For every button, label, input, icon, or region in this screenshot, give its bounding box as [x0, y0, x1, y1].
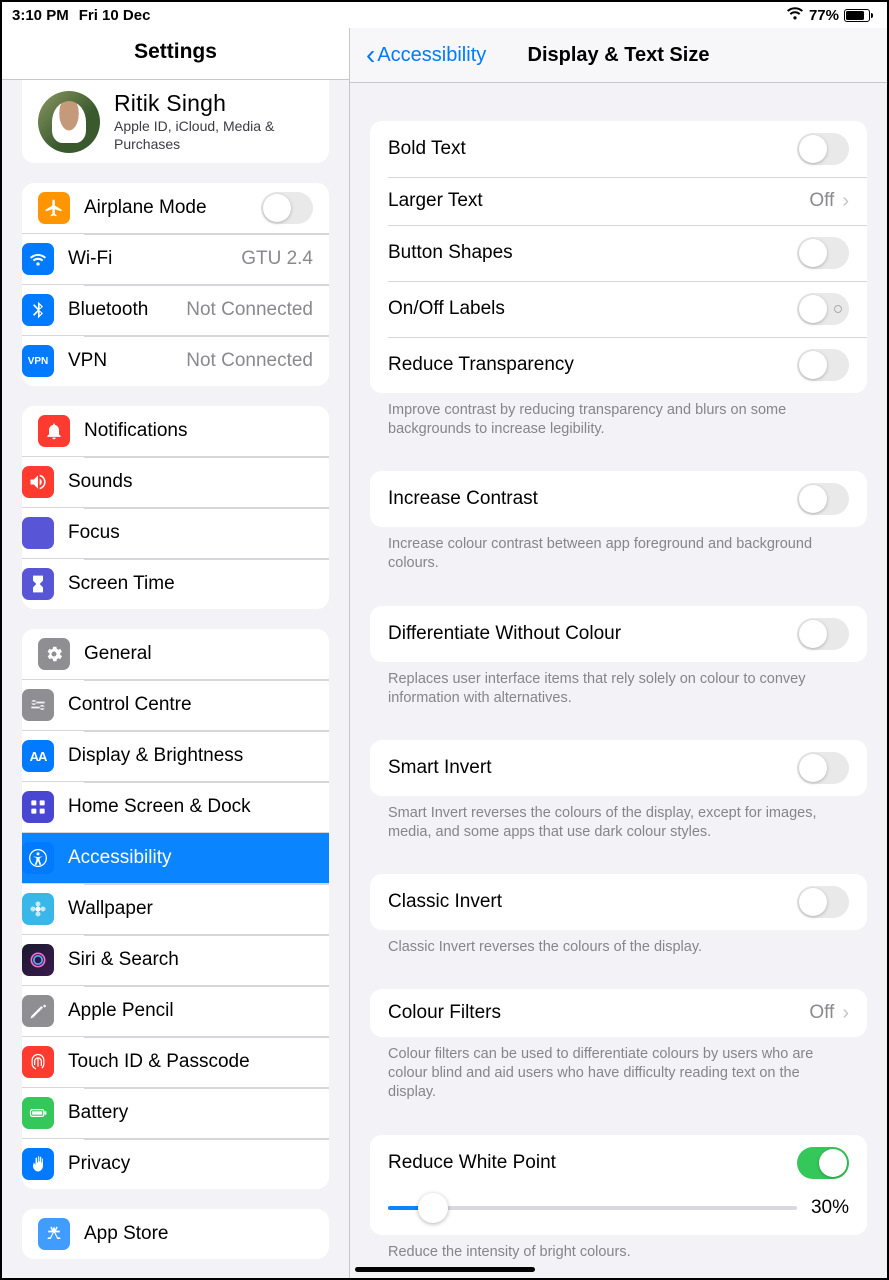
pencil-icon [22, 995, 54, 1027]
profile-row[interactable]: Ritik Singh Apple ID, iCloud, Media & Pu… [22, 80, 329, 163]
focus-row[interactable]: Focus [22, 507, 329, 558]
battery-percentage: 77% [809, 7, 839, 24]
back-button[interactable]: ‹ Accessibility [366, 44, 486, 67]
increase-contrast-row[interactable]: Increase Contrast [370, 471, 867, 527]
detail-title: Display & Text Size [528, 44, 710, 67]
differentiate-note: Replaces user interface items that rely … [370, 662, 867, 708]
colour-filters-note: Colour filters can be used to differenti… [370, 1037, 867, 1102]
appstore-row[interactable]: App Store [22, 1209, 329, 1259]
sounds-row[interactable]: Sounds [22, 456, 329, 507]
wifi-label: Wi-Fi [68, 248, 241, 270]
accessibility-row[interactable]: Accessibility [22, 832, 329, 883]
bold-text-row[interactable]: Bold Text [370, 121, 867, 177]
wallpaper-row[interactable]: Wallpaper [22, 883, 329, 934]
display-brightness-row[interactable]: AA Display & Brightness [22, 730, 329, 781]
chevron-right-icon: › [842, 1002, 849, 1025]
classic-invert-note: Classic Invert reverses the colours of t… [370, 930, 867, 957]
airplane-icon [38, 192, 70, 224]
gear-icon [38, 638, 70, 670]
reduce-white-point-row[interactable]: Reduce White Point [370, 1135, 867, 1191]
wifi-value: GTU 2.4 [241, 248, 313, 270]
transparency-note: Improve contrast by reducing transparenc… [370, 393, 867, 439]
smart-invert-note: Smart Invert reverses the colours of the… [370, 796, 867, 842]
onoff-labels-row[interactable]: On/Off Labels [370, 281, 867, 337]
vpn-row[interactable]: VPN VPN Not Connected [22, 335, 329, 386]
bell-icon [38, 415, 70, 447]
battery-settings-icon [22, 1097, 54, 1129]
profile-sub: Apple ID, iCloud, Media & Purchases [114, 118, 313, 153]
notifications-row[interactable]: Notifications [22, 406, 329, 456]
airplane-mode-row[interactable]: Airplane Mode [22, 183, 329, 233]
apple-pencil-row[interactable]: Apple Pencil [22, 985, 329, 1036]
settings-sidebar: Settings Ritik Singh Apple ID, iCloud, M… [2, 28, 350, 1278]
bluetooth-icon [22, 294, 54, 326]
siri-icon [22, 944, 54, 976]
status-bar: 3:10 PM Fri 10 Dec 77% [2, 2, 887, 28]
onoff-labels-toggle[interactable] [797, 293, 849, 325]
avatar [38, 91, 100, 153]
accessibility-icon [22, 842, 54, 874]
increase-contrast-toggle[interactable] [797, 483, 849, 515]
reduce-transparency-row[interactable]: Reduce Transparency [370, 337, 867, 393]
airplane-label: Airplane Mode [84, 197, 261, 219]
battery-icon [844, 9, 873, 22]
bluetooth-label: Bluetooth [68, 299, 186, 321]
white-point-slider-row: 30% [370, 1191, 867, 1235]
moon-icon [22, 517, 54, 549]
reduce-white-point-toggle[interactable] [797, 1147, 849, 1179]
white-point-note: Reduce the intensity of bright colours. [370, 1235, 867, 1262]
home-screen-row[interactable]: Home Screen & Dock [22, 781, 329, 832]
touchid-row[interactable]: Touch ID & Passcode [22, 1036, 329, 1087]
classic-invert-toggle[interactable] [797, 886, 849, 918]
hand-icon [22, 1148, 54, 1180]
wifi-icon [786, 7, 804, 24]
profile-name: Ritik Singh [114, 90, 313, 117]
bluetooth-value: Not Connected [186, 299, 313, 321]
general-row[interactable]: General [22, 629, 329, 679]
differentiate-toggle[interactable] [797, 618, 849, 650]
vpn-label: VPN [68, 350, 186, 372]
hourglass-icon [22, 568, 54, 600]
bluetooth-row[interactable]: Bluetooth Not Connected [22, 284, 329, 335]
home-indicator[interactable] [355, 1267, 535, 1272]
detail-pane: ‹ Accessibility Display & Text Size Bold… [350, 28, 887, 1278]
battery-row[interactable]: Battery [22, 1087, 329, 1138]
grid-icon [22, 791, 54, 823]
classic-invert-row[interactable]: Classic Invert [370, 874, 867, 930]
bold-text-toggle[interactable] [797, 133, 849, 165]
speaker-icon [22, 466, 54, 498]
differentiate-row[interactable]: Differentiate Without Colour [370, 606, 867, 662]
flower-icon [22, 893, 54, 925]
vpn-value: Not Connected [186, 350, 313, 372]
white-point-slider[interactable] [388, 1206, 797, 1210]
siri-row[interactable]: Siri & Search [22, 934, 329, 985]
white-point-value: 30% [811, 1197, 849, 1219]
back-label: Accessibility [377, 44, 486, 67]
smart-invert-row[interactable]: Smart Invert [370, 740, 867, 796]
button-shapes-toggle[interactable] [797, 237, 849, 269]
wifi-row[interactable]: Wi-Fi GTU 2.4 [22, 233, 329, 284]
screentime-row[interactable]: Screen Time [22, 558, 329, 609]
smart-invert-toggle[interactable] [797, 752, 849, 784]
colour-filters-row[interactable]: Colour Filters Off › [370, 989, 867, 1037]
text-size-icon: AA [22, 740, 54, 772]
vpn-icon: VPN [22, 345, 54, 377]
privacy-row[interactable]: Privacy [22, 1138, 329, 1189]
reduce-transparency-toggle[interactable] [797, 349, 849, 381]
appstore-icon [38, 1218, 70, 1250]
chevron-left-icon: ‹ [366, 45, 375, 65]
status-time: 3:10 PM [12, 7, 69, 24]
control-centre-row[interactable]: Control Centre [22, 679, 329, 730]
larger-text-row[interactable]: Larger Text Off › [370, 177, 867, 225]
fingerprint-icon [22, 1046, 54, 1078]
wifi-settings-icon [22, 243, 54, 275]
sidebar-title: Settings [2, 40, 349, 64]
switches-icon [22, 689, 54, 721]
button-shapes-row[interactable]: Button Shapes [370, 225, 867, 281]
contrast-note: Increase colour contrast between app for… [370, 527, 867, 573]
chevron-right-icon: › [842, 190, 849, 213]
status-date: Fri 10 Dec [79, 7, 151, 24]
sidebar-header: Settings [2, 28, 349, 80]
airplane-toggle[interactable] [261, 192, 313, 224]
